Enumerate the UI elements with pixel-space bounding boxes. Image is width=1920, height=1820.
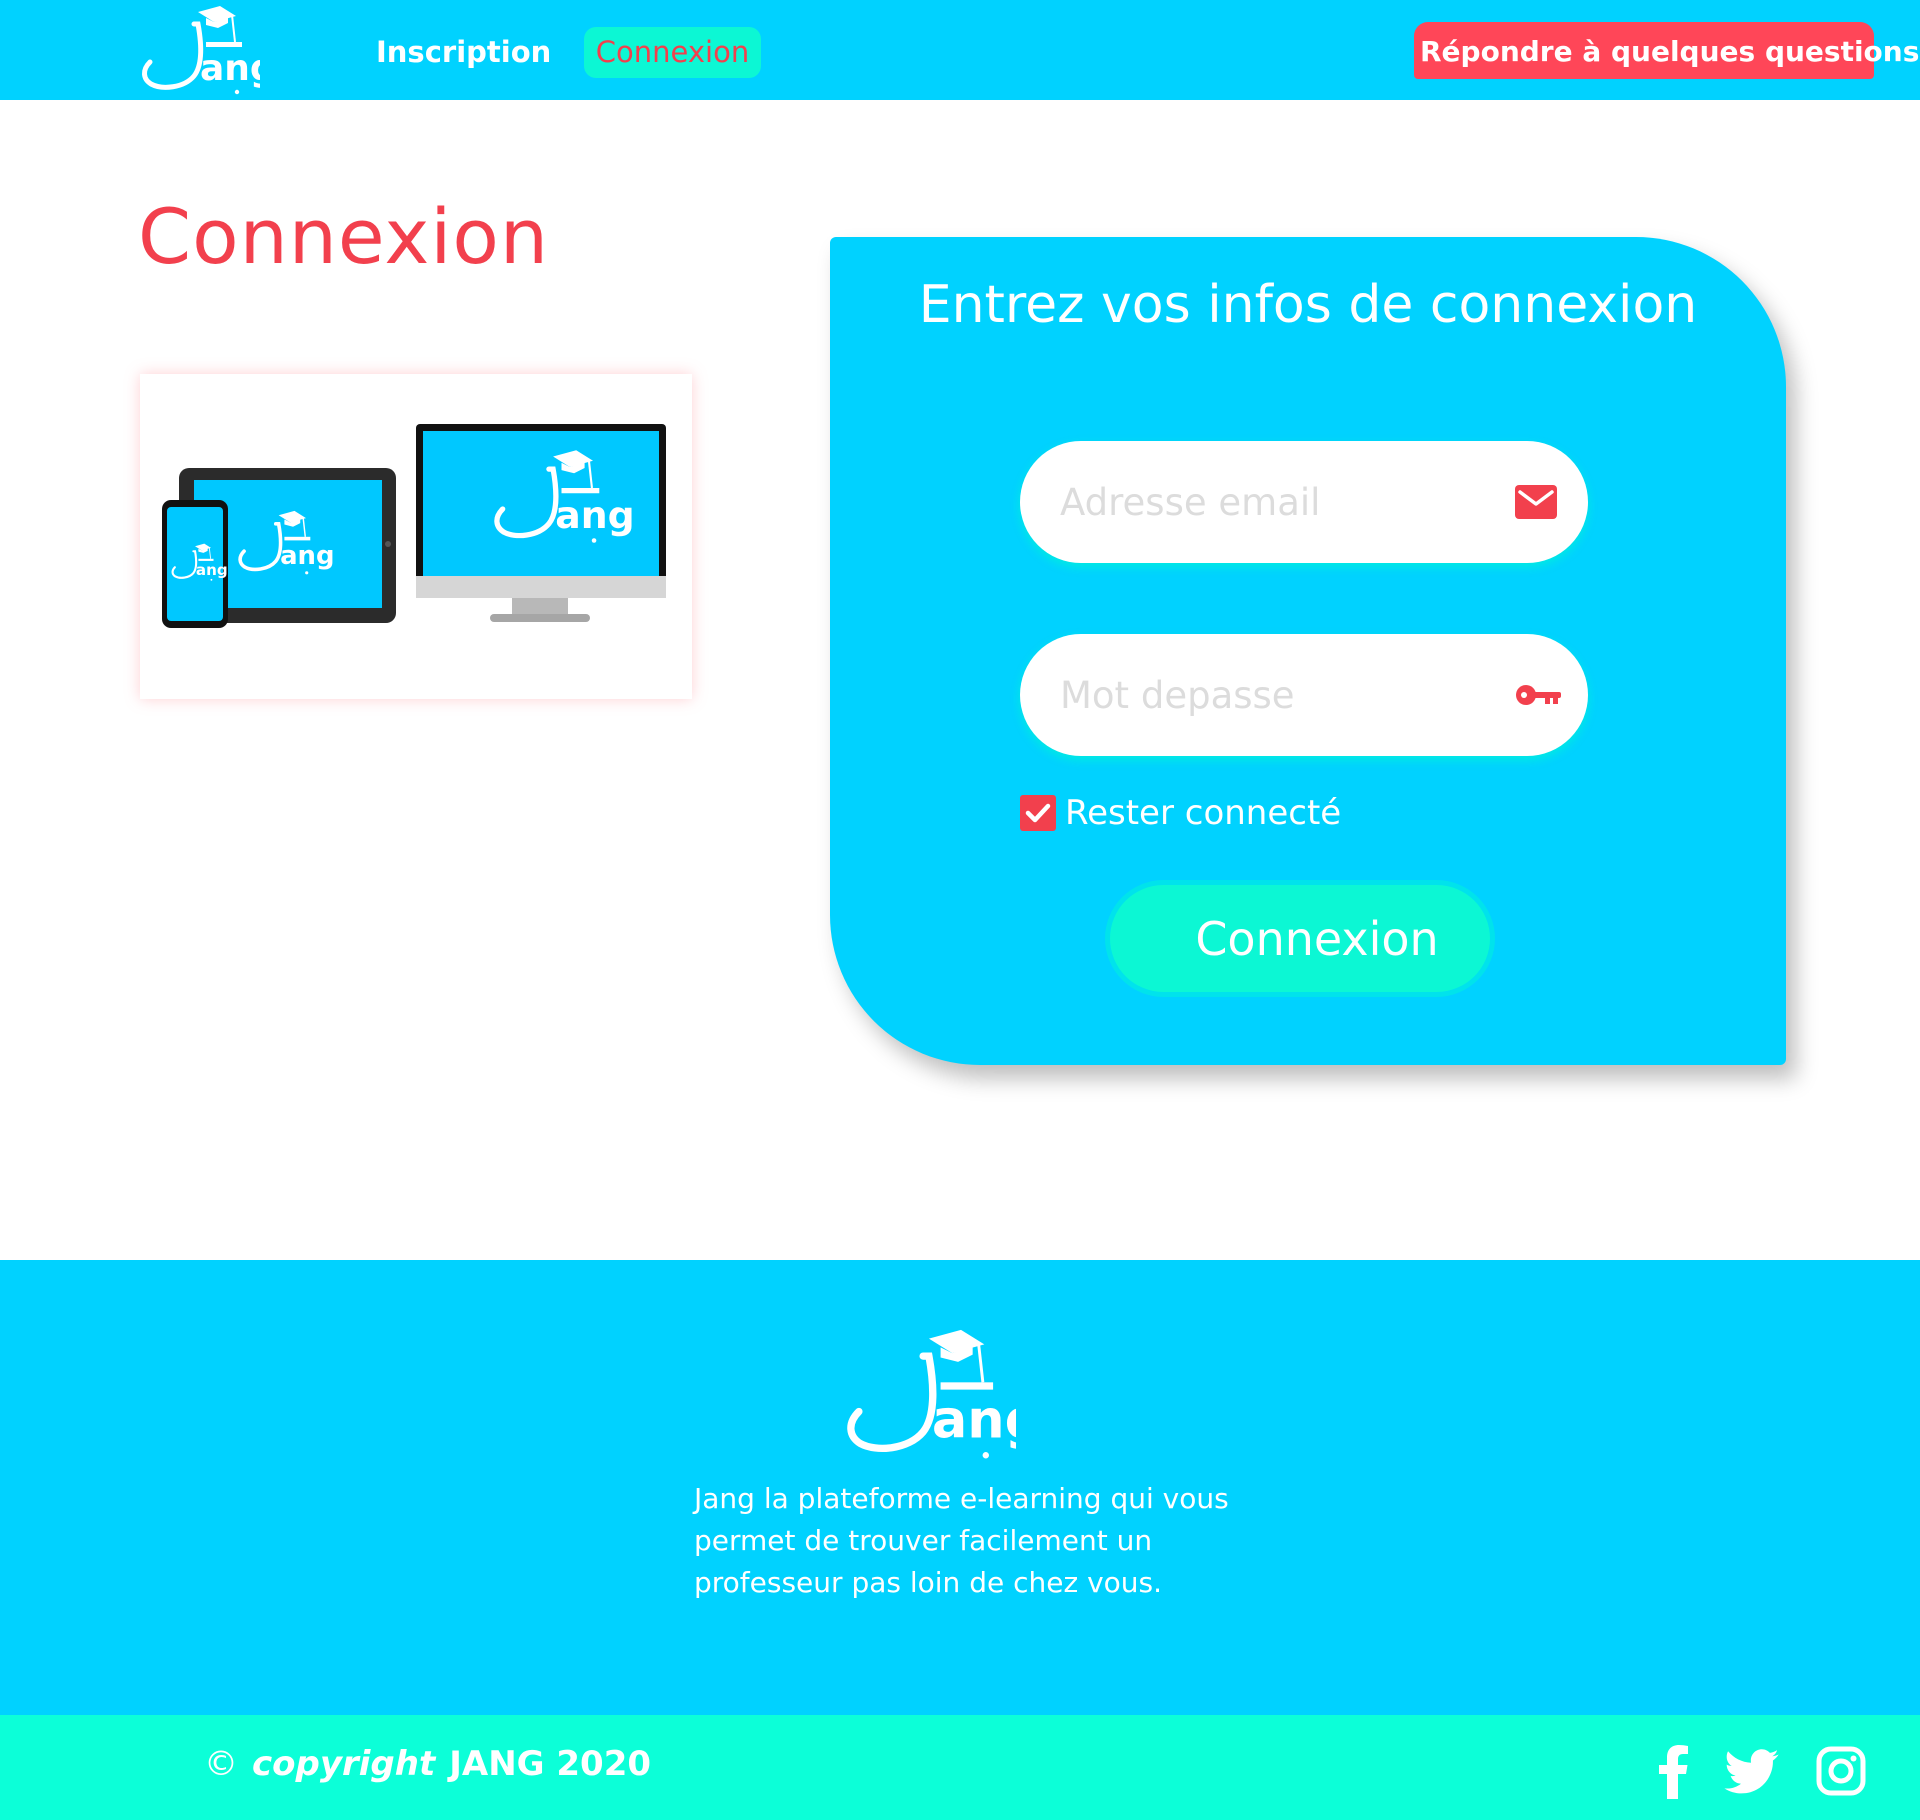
copyright-word: copyright	[252, 1744, 436, 1784]
answer-questions-button[interactable]: Répondre à quelques questions	[1414, 22, 1919, 79]
login-submit-button[interactable]: Connexion	[1110, 885, 1490, 992]
devices-illustration	[162, 424, 666, 628]
devices-illustration-card	[140, 374, 692, 699]
footer: Jang la plateforme e-learning qui vous p…	[0, 1260, 1920, 1715]
login-panel: Entrez vos infos de connexion Adresse em…	[830, 237, 1786, 1065]
nav-link-connexion[interactable]: Connexion	[584, 27, 761, 78]
email-field-wrapper	[1020, 441, 1588, 563]
copyright-bar: © copyright JANG 2020	[0, 1715, 1920, 1820]
jang-logo[interactable]	[132, 2, 260, 98]
copyright-owner: JANG 2020	[449, 1744, 652, 1784]
email-input[interactable]	[1058, 441, 1478, 563]
navbar: Inscription Connexion Répondre à quelque…	[0, 0, 1920, 100]
remember-checkbox[interactable]	[1020, 795, 1056, 831]
twitter-icon[interactable]	[1724, 1749, 1780, 1795]
nav-link-inscription[interactable]: Inscription	[376, 27, 551, 78]
password-input[interactable]	[1058, 634, 1478, 756]
footer-jang-logo	[836, 1324, 1016, 1464]
remember-label: Rester connecté	[1065, 793, 1342, 833]
instagram-icon[interactable]	[1816, 1746, 1866, 1796]
facebook-icon[interactable]	[1652, 1743, 1692, 1799]
footer-description: Jang la plateforme e-learning qui vous p…	[694, 1482, 1229, 1599]
key-icon	[1516, 685, 1561, 705]
page-title: Connexion	[138, 192, 550, 281]
password-field-wrapper	[1020, 634, 1588, 756]
remember-me[interactable]: Rester connecté	[1020, 793, 1341, 833]
checkmark-icon	[1025, 803, 1051, 823]
copyright-symbol: ©	[204, 1744, 238, 1784]
login-heading: Entrez vos infos de connexion	[918, 275, 1698, 335]
copyright-text: © copyright JANG 2020	[204, 1742, 651, 1786]
envelope-icon	[1515, 485, 1557, 519]
